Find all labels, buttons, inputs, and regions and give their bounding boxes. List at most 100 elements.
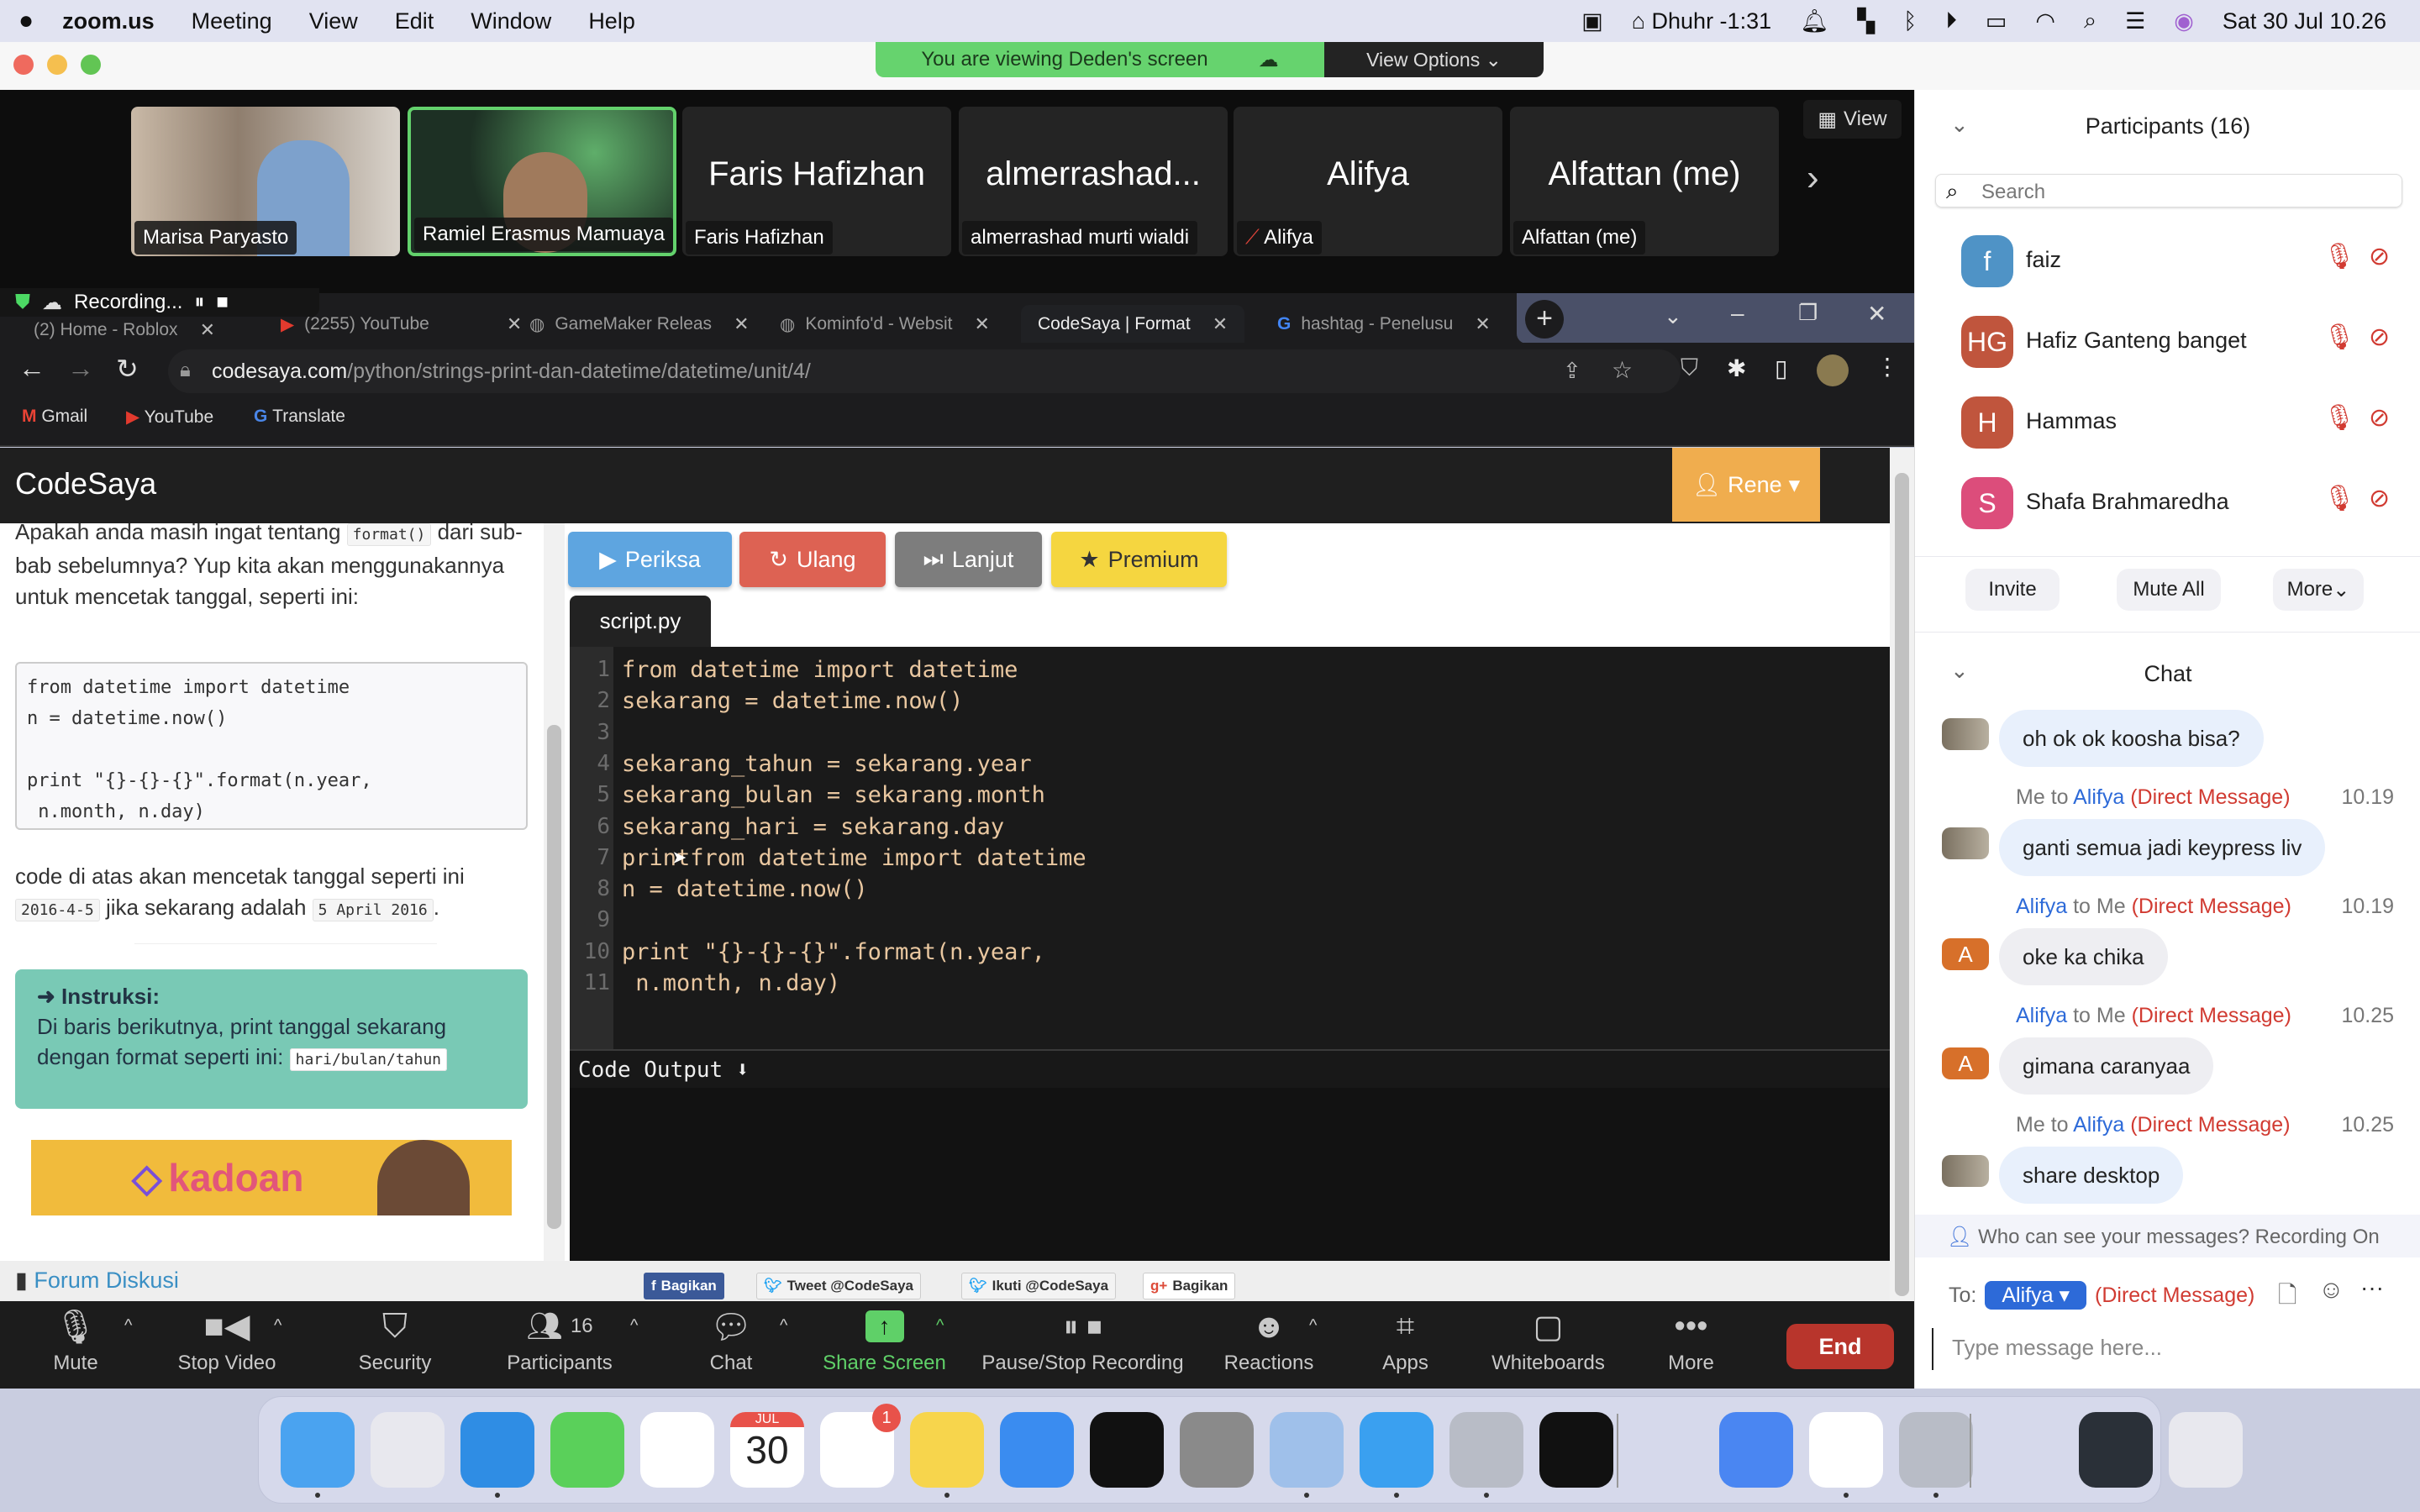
dock-photos-icon[interactable] bbox=[640, 1412, 714, 1488]
extensions-puzzle-icon[interactable]: ✱ bbox=[1727, 354, 1746, 382]
battery-icon[interactable]: ▭ bbox=[1986, 8, 2007, 34]
video-tile[interactable]: Alifya ⟋ Alifya bbox=[1234, 107, 1502, 256]
reload-icon[interactable]: ↻ bbox=[116, 353, 139, 385]
pause-stop-recording-button[interactable]: ⏸ ⏹ Pause/Stop Recording bbox=[975, 1301, 1191, 1389]
browser-tab[interactable]: ◍ GameMaker Releas ✕ bbox=[529, 305, 750, 344]
dock-finder-icon[interactable] bbox=[281, 1412, 355, 1488]
menu-meeting[interactable]: Meeting bbox=[192, 8, 272, 34]
browser-tab[interactable]: (2) Home - Roblox ✕ bbox=[34, 317, 215, 344]
forward-icon[interactable]: → bbox=[67, 353, 94, 384]
dock-zoom-icon[interactable] bbox=[1719, 1412, 1793, 1488]
bookmark-gmail[interactable]: M Gmail bbox=[22, 407, 87, 427]
profile-avatar[interactable] bbox=[1817, 354, 1849, 386]
notification-bell-icon[interactable]: 🔔︎ bbox=[1800, 8, 1828, 34]
participant-search-input[interactable]: ⌕ Search bbox=[1935, 174, 2402, 207]
browser-tab[interactable]: ◍ Kominfo'd - Websit ✕ bbox=[780, 305, 990, 344]
forum-link[interactable]: ▮ Forum Diskusi bbox=[15, 1268, 179, 1294]
video-options-caret-icon[interactable]: ^ bbox=[274, 1316, 281, 1336]
extension-shield-icon[interactable]: ⛉ bbox=[1681, 354, 1698, 382]
bookmark-translate[interactable]: G Translate bbox=[254, 407, 345, 427]
reactions-button[interactable]: ☻ Reactions bbox=[1218, 1301, 1319, 1389]
file-icon[interactable]: 🗋 bbox=[2278, 1278, 2297, 1318]
dock-preview-icon[interactable] bbox=[1270, 1412, 1344, 1488]
browser-tab-active[interactable]: CodeSaya | Format ✕ bbox=[1021, 305, 1245, 344]
audio-options-caret-icon[interactable]: ^ bbox=[124, 1316, 132, 1336]
browser-menu-icon[interactable]: ⋮ bbox=[1876, 353, 1899, 381]
dock-messages-icon[interactable] bbox=[550, 1412, 624, 1488]
layout-icon[interactable]: ▚ bbox=[1857, 8, 1875, 34]
stop-video-button[interactable]: ■◀ Stop Video bbox=[168, 1301, 286, 1389]
participants-more-button[interactable]: More ⌄ bbox=[2273, 569, 2364, 611]
wifi-icon[interactable]: ◠ bbox=[2035, 8, 2055, 34]
lesson-scrollbar-thumb[interactable] bbox=[547, 725, 561, 1229]
bluetooth-icon[interactable]: ᛒ bbox=[1903, 8, 1917, 34]
page-scrollbar[interactable] bbox=[1890, 448, 1914, 1301]
chat-privacy-notice[interactable]: 👤︎ Who can see your messages? Recording … bbox=[1915, 1215, 2420, 1257]
video-tile[interactable]: almerrashad... almerrashad murti wialdi bbox=[959, 107, 1228, 256]
dock-notes-icon[interactable] bbox=[910, 1412, 984, 1488]
tweet-button[interactable]: 🐦︎ Tweet @CodeSaya bbox=[756, 1273, 922, 1299]
follow-twitter-button[interactable]: 🐦︎ Ikuti @CodeSaya bbox=[961, 1273, 1117, 1299]
fullscreen-window-button[interactable] bbox=[81, 55, 101, 75]
dock-roblox-icon[interactable] bbox=[1449, 1412, 1523, 1488]
side-panel-icon[interactable]: ▯ bbox=[1775, 354, 1787, 382]
participant-row[interactable]: S Shafa Brahmaredha 🎙︎ ⊘ bbox=[1915, 469, 2420, 536]
clock[interactable]: Sat 30 Jul 10.26 bbox=[2223, 8, 2386, 34]
menu-edit[interactable]: Edit bbox=[395, 8, 434, 34]
video-tile[interactable]: Marisa Paryasto bbox=[131, 107, 400, 256]
dock-roblox-player-icon[interactable] bbox=[1899, 1412, 1973, 1488]
close-browser-icon[interactable]: ✕ bbox=[1867, 300, 1886, 328]
prayer-time[interactable]: ⌂ Dhuhr -1:31 bbox=[1632, 8, 1771, 34]
url-field[interactable]: 🔒︎ codesaya.com/python/strings-print-dan… bbox=[168, 349, 1681, 393]
share-screen-caret-icon[interactable]: ^ bbox=[936, 1316, 944, 1336]
file-tab-script[interactable]: script.py bbox=[570, 596, 711, 647]
more-button[interactable]: ••• More bbox=[1655, 1301, 1727, 1389]
pause-recording-icon[interactable]: ⏸ bbox=[194, 291, 204, 314]
minimize-icon[interactable]: – bbox=[1731, 300, 1744, 327]
chat-more-icon[interactable]: ··· bbox=[2360, 1274, 2384, 1301]
close-tab-icon[interactable]: ✕ bbox=[507, 313, 522, 335]
share-screen-button[interactable]: ↑ Share Screen bbox=[815, 1301, 954, 1389]
new-tab-button[interactable]: + bbox=[1525, 300, 1564, 339]
chat-message-input[interactable]: Type message here... bbox=[1932, 1328, 2402, 1370]
page-scrollbar-thumb[interactable] bbox=[1895, 473, 1909, 1296]
invite-button[interactable]: Invite bbox=[1965, 569, 2060, 611]
video-tile[interactable]: Alfattan (me) Alfattan (me) bbox=[1510, 107, 1779, 256]
participant-row[interactable]: HG Hafiz Ganteng banget 🎙︎ ⊘ bbox=[1915, 307, 2420, 375]
chat-button[interactable]: 💬︎ Chat bbox=[697, 1301, 765, 1389]
code-editor[interactable]: 1 2 3 4 5 6 7 8 9 10 11 from datetime import datet… bbox=[570, 647, 1890, 1049]
apple-icon[interactable]: ● bbox=[18, 7, 34, 35]
dock-terminal-icon[interactable] bbox=[1090, 1412, 1164, 1488]
close-tab-icon[interactable]: ✕ bbox=[1213, 313, 1228, 335]
participant-row[interactable]: f faiz 🎙︎ ⊘ bbox=[1915, 227, 2420, 294]
bookmark-youtube[interactable]: ▶ YouTube bbox=[126, 407, 213, 428]
video-tile[interactable]: Faris Hafizhan Faris Hafizhan bbox=[682, 107, 951, 256]
menu-app-name[interactable]: zoom.us bbox=[62, 8, 155, 34]
participants-caret-icon[interactable]: ^ bbox=[630, 1316, 638, 1336]
share-icon[interactable]: ⇪ bbox=[1563, 358, 1581, 384]
back-icon[interactable]: ← bbox=[18, 353, 45, 384]
security-button[interactable]: ⛉ Security bbox=[353, 1301, 437, 1389]
dock-safari-icon[interactable] bbox=[460, 1412, 534, 1488]
next-page-chevron-icon[interactable]: › bbox=[1807, 157, 1819, 199]
chat-caret-icon[interactable]: ^ bbox=[780, 1316, 787, 1336]
close-tab-icon[interactable]: ✕ bbox=[200, 319, 215, 341]
reset-button[interactable]: ↻ Ulang bbox=[739, 532, 886, 587]
close-tab-icon[interactable]: ✕ bbox=[1475, 313, 1490, 335]
gallery-view-button[interactable]: ▦ View bbox=[1803, 100, 1902, 139]
dock-calendar-icon[interactable]: JUL 30 bbox=[730, 1412, 804, 1488]
reactions-caret-icon[interactable]: ^ bbox=[1309, 1316, 1317, 1336]
zoom-status-icon[interactable]: ▣ bbox=[1581, 8, 1603, 34]
siri-icon[interactable]: ◉ bbox=[2174, 8, 2194, 34]
close-tab-icon[interactable]: ✕ bbox=[734, 313, 749, 335]
restore-icon[interactable]: ❐ bbox=[1798, 300, 1818, 326]
spotlight-search-icon[interactable]: ⌕ bbox=[2084, 8, 2096, 34]
play-icon[interactable]: ⏵ bbox=[1945, 8, 1957, 34]
mute-button[interactable]: 🎙︎ Mute bbox=[42, 1301, 109, 1389]
google-plus-share-button[interactable]: g+ Bagikan bbox=[1143, 1273, 1236, 1299]
video-tile-active-speaker[interactable]: Ramiel Erasmus Mamuaya bbox=[408, 107, 676, 256]
codesaya-logo[interactable]: CodeSaya bbox=[15, 466, 156, 501]
menu-help[interactable]: Help bbox=[588, 8, 635, 34]
dock-downloads-icon[interactable] bbox=[2079, 1412, 2153, 1488]
kadoan-ad-banner[interactable]: ◇ kadoan bbox=[31, 1140, 512, 1215]
